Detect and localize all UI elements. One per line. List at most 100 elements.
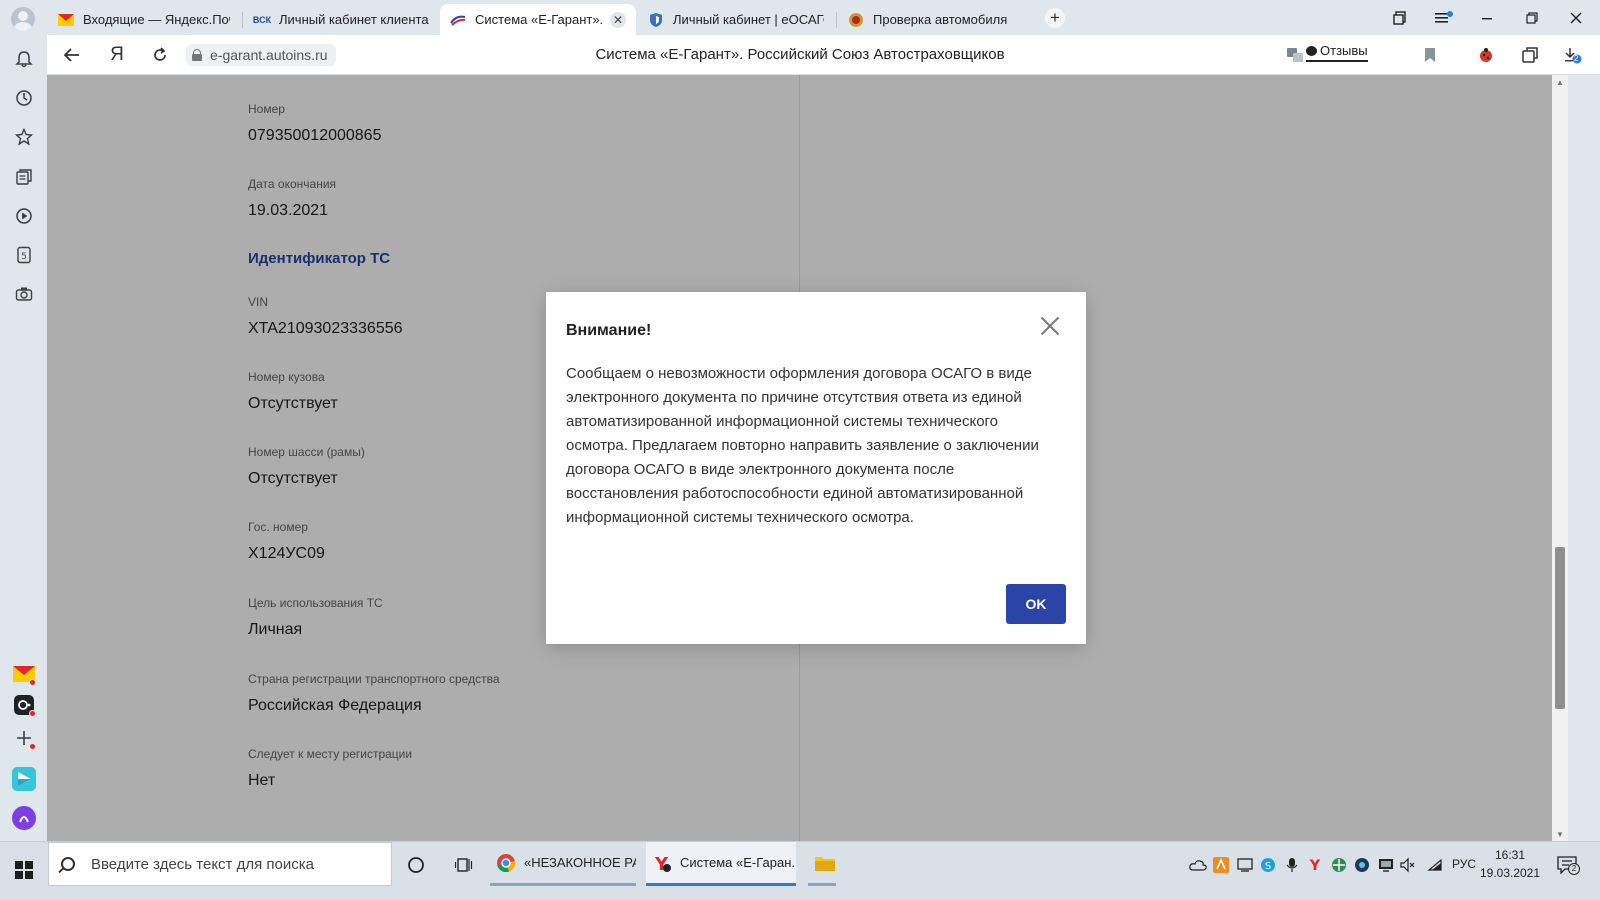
restore-icon[interactable]	[1520, 6, 1544, 30]
vsk-logo: ВСК	[252, 14, 272, 25]
chrome-icon	[496, 853, 516, 873]
url-field[interactable]: e-garant.autoins.ru	[186, 44, 336, 66]
play-icon[interactable]	[12, 204, 36, 228]
close-icon[interactable]	[1040, 316, 1060, 336]
browser-toolbar: Я e-garant.autoins.ru Система «Е-Гарант»…	[0, 35, 1600, 75]
close-window-icon[interactable]	[1564, 6, 1588, 30]
star-icon[interactable]	[12, 125, 36, 149]
dialog-message: Сообщаем о невозможности оформления дого…	[566, 365, 1039, 526]
tab-separator	[836, 12, 837, 28]
messenger-icon[interactable]	[12, 693, 36, 717]
translate-icon[interactable]	[1283, 43, 1307, 67]
alice-assistant-icon[interactable]	[12, 806, 36, 830]
folder-icon	[814, 854, 836, 872]
extensions-icon[interactable]	[1518, 43, 1542, 67]
clock-time: 16:31	[1494, 848, 1526, 862]
menu-icon[interactable]	[1432, 6, 1456, 30]
bell-icon[interactable]	[12, 47, 36, 71]
minimize-icon[interactable]	[1475, 6, 1499, 30]
svg-text:Y: Y	[1309, 858, 1321, 873]
bookmark-icon[interactable]	[1418, 43, 1442, 67]
yandex-tray-icon[interactable]: Y	[1304, 854, 1326, 876]
page-title: Система «Е-Гарант». Российский Союз Авто…	[595, 46, 1005, 63]
tab-vsk-cabinet[interactable]: ВСК Личный кабинет клиента	[244, 4, 440, 35]
gibdd-emblem-icon	[848, 12, 864, 28]
downloads-icon[interactable]: 2	[1561, 43, 1585, 67]
wifi-icon[interactable]	[1424, 854, 1446, 876]
taskbar-app-explorer[interactable]	[808, 842, 836, 886]
windows-start-icon[interactable]	[15, 861, 33, 879]
history-icon[interactable]	[12, 86, 36, 110]
svg-text:S: S	[1265, 861, 1271, 872]
lock-icon	[192, 49, 202, 61]
taskbar-app-label: «НЕЗАКОННОЕ РА...	[524, 855, 636, 870]
tab-car-check[interactable]: Проверка автомобиля	[838, 4, 1034, 35]
cortana-icon[interactable]	[405, 854, 427, 876]
task-view-icon[interactable]	[453, 854, 475, 876]
skype-icon[interactable]: S	[1257, 854, 1279, 876]
reload-button[interactable]	[148, 43, 172, 67]
tab-title: Личный кабинет | еОСАГО	[673, 12, 824, 27]
notification-count: 2	[1568, 863, 1580, 875]
camera-icon[interactable]	[12, 282, 36, 306]
tab-title: Система «Е-Гарант». Российский Союз Авто…	[475, 12, 604, 27]
yandex-browser-icon: Y	[652, 853, 672, 873]
tab-manager-icon[interactable]	[1388, 6, 1412, 30]
taskbar-app-chrome[interactable]: «НЕЗАКОННОЕ РА...	[490, 842, 636, 886]
search-icon	[61, 857, 75, 871]
media-app-icon[interactable]	[12, 767, 36, 791]
shield-icon	[648, 12, 664, 28]
tab-title: Проверка автомобиля	[873, 12, 1008, 27]
scroll-down-arrow-icon[interactable]: ▼	[1552, 827, 1568, 841]
tray-app-monitor-icon[interactable]	[1234, 854, 1256, 876]
speaker-muted-icon[interactable]	[1397, 854, 1419, 876]
scroll-thumb[interactable]	[1555, 547, 1565, 709]
ladybug-extension-icon[interactable]	[1474, 43, 1498, 67]
clock-date: 19.03.2021	[1479, 866, 1541, 880]
tab-title: Входящие — Яндекс.Почта	[83, 12, 230, 27]
tab-strip: Входящие — Яндекс.Почта ВСК Личный кабин…	[0, 0, 1600, 35]
tab-e-garant[interactable]: Система «Е-Гарант». Российский Союз Авто…	[440, 4, 636, 35]
taskbar-app-label: Система «Е-Гаран...	[680, 855, 796, 870]
svg-text:5: 5	[21, 252, 27, 262]
yandex-mail-sidebar-icon[interactable]	[12, 662, 36, 686]
profile-avatar-icon[interactable]	[11, 7, 35, 31]
yandex-button[interactable]: Я	[105, 43, 129, 67]
notification-dot	[29, 679, 36, 686]
scroll-up-arrow-icon[interactable]: ▲	[1552, 75, 1568, 89]
zen-icon[interactable]: 5	[12, 243, 36, 267]
page-scrollbar[interactable]: ▲ ▼	[1552, 75, 1568, 841]
security-app-icon[interactable]	[1351, 854, 1373, 876]
mail-icon	[58, 12, 74, 28]
notification-dot	[29, 710, 36, 717]
notifications-icon[interactable]: 2	[1556, 854, 1580, 876]
reviews-button[interactable]: Отзывы	[1306, 43, 1368, 62]
taskbar-search-input[interactable]: Введите здесь текст для поиска	[48, 842, 392, 886]
notification-dot	[29, 743, 36, 750]
chat-bubble-icon	[1306, 45, 1317, 56]
back-button[interactable]	[60, 43, 84, 67]
reviews-label: Отзывы	[1320, 43, 1368, 58]
rsa-logo-icon	[450, 12, 466, 28]
tab-eosago[interactable]: Личный кабинет | еОСАГО	[638, 4, 834, 35]
network-shield-icon[interactable]	[1328, 854, 1350, 876]
search-placeholder: Введите здесь текст для поиска	[91, 855, 314, 873]
add-panel-icon[interactable]	[12, 726, 36, 750]
attention-dialog: Внимание! Сообщаем о невозможности оформ…	[546, 292, 1086, 644]
microphone-icon[interactable]	[1281, 854, 1303, 876]
onedrive-icon[interactable]	[1187, 854, 1209, 876]
downloads-count: 2	[1574, 54, 1579, 63]
tab-separator	[242, 12, 243, 28]
url-text: e-garant.autoins.ru	[210, 47, 328, 63]
collections-icon[interactable]	[12, 165, 36, 189]
tab-close-icon[interactable]: ✕	[610, 11, 626, 28]
tab-title: Личный кабинет клиента	[279, 12, 429, 27]
ok-button[interactable]: OK	[1006, 584, 1066, 624]
tray-monitor-app-icon[interactable]	[1375, 854, 1397, 876]
tab-yandex-mail[interactable]: Входящие — Яндекс.Почта	[48, 4, 240, 35]
new-tab-button[interactable]: +	[1045, 8, 1065, 28]
taskbar-clock[interactable]: 16:31 19.03.2021	[1470, 846, 1550, 882]
tray-app-orange-icon[interactable]	[1210, 854, 1232, 876]
taskbar-app-yandex-browser[interactable]: Y Система «Е-Гаран...	[646, 842, 796, 886]
browser-sidebar: 5	[0, 35, 47, 841]
